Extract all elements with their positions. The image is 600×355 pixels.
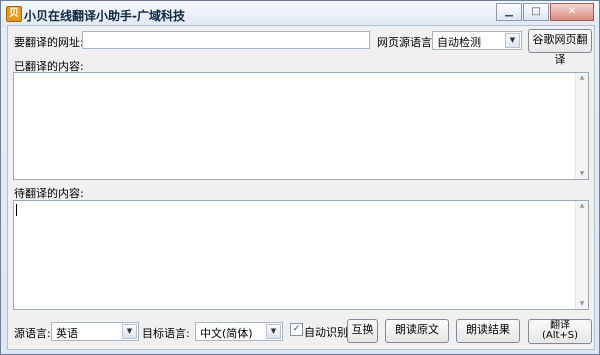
title-bar[interactable]: 贝 小贝在线翻译小助手-广域科技 ▁ □ ✕ bbox=[1, 1, 599, 27]
client-area: 要翻译的网址: 网页源语言: 自动检测 ▼ 谷歌网页翻译 已翻译的内容: ▲ ▼… bbox=[7, 25, 595, 350]
source-lang-label: 源语言: bbox=[14, 327, 51, 340]
close-button[interactable]: ✕ bbox=[550, 3, 594, 21]
source-lang-label: 网页源语言: bbox=[377, 36, 436, 49]
chevron-down-icon[interactable]: ▼ bbox=[266, 324, 281, 339]
translate-button[interactable]: 翻译 (Alt+S) bbox=[528, 319, 592, 344]
url-input[interactable] bbox=[82, 31, 370, 49]
chevron-down-icon[interactable]: ▼ bbox=[505, 33, 520, 48]
chevron-down-icon[interactable]: ▼ bbox=[122, 324, 137, 339]
source-lang-value: 英语 bbox=[56, 327, 78, 340]
to-translate-input[interactable]: ▲ ▼ bbox=[13, 200, 589, 310]
read-source-button[interactable]: 朗读原文 bbox=[385, 319, 449, 343]
source-lang-select[interactable]: 英语 ▼ bbox=[51, 322, 139, 341]
scroll-up-icon[interactable]: ▲ bbox=[576, 201, 588, 211]
window-controls: ▁ □ ✕ bbox=[495, 3, 594, 21]
read-result-button[interactable]: 朗读结果 bbox=[456, 319, 520, 343]
target-lang-select[interactable]: 中文(简体) ▼ bbox=[195, 322, 283, 341]
url-label: 要翻译的网址: bbox=[14, 36, 84, 49]
main-window: 贝 小贝在线翻译小助手-广域科技 ▁ □ ✕ 要翻译的网址: 网页源语言: 自动… bbox=[0, 0, 600, 355]
auto-detect-label: 自动识别 bbox=[304, 326, 348, 339]
page-source-lang-select[interactable]: 自动检测 ▼ bbox=[432, 31, 522, 50]
target-lang-label: 目标语言: bbox=[142, 327, 190, 340]
scroll-down-icon[interactable]: ▼ bbox=[576, 299, 588, 309]
google-translate-button[interactable]: 谷歌网页翻译 bbox=[528, 29, 592, 66]
to-translate-scrollbar[interactable]: ▲ ▼ bbox=[575, 201, 588, 309]
to-translate-label: 待翻译的内容: bbox=[14, 187, 84, 200]
page-source-lang-value: 自动检测 bbox=[437, 36, 481, 49]
minimize-button[interactable]: ▁ bbox=[496, 3, 522, 21]
text-caret bbox=[16, 204, 17, 216]
translate-shortcut-label: (Alt+S) bbox=[541, 330, 579, 341]
scroll-down-icon[interactable]: ▼ bbox=[576, 169, 588, 179]
window-title: 小贝在线翻译小助手-广域科技 bbox=[24, 9, 185, 23]
translated-output[interactable]: ▲ ▼ bbox=[13, 72, 589, 180]
scroll-up-icon[interactable]: ▲ bbox=[576, 73, 588, 83]
target-lang-value: 中文(简体) bbox=[200, 327, 253, 340]
translated-scrollbar[interactable]: ▲ ▼ bbox=[575, 73, 588, 179]
app-icon: 贝 bbox=[6, 6, 22, 22]
swap-button[interactable]: 互换 bbox=[347, 319, 378, 343]
auto-detect-checkbox[interactable]: ✓ bbox=[290, 323, 303, 336]
maximize-button[interactable]: □ bbox=[523, 3, 549, 21]
